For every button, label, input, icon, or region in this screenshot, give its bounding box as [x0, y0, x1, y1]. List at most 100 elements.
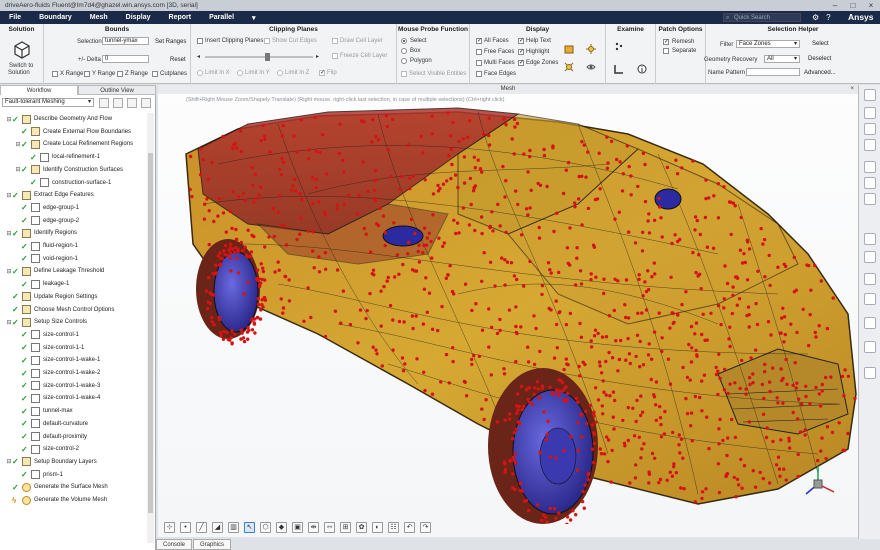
colour-icon[interactable]: ✿	[356, 522, 367, 533]
tree-row[interactable]: ✓ construction-surface-1	[24, 177, 111, 189]
tree-row[interactable]: ✓ size-control-1-wake-3	[15, 380, 100, 392]
info-icon[interactable]	[637, 64, 647, 74]
sun-light-icon[interactable]	[586, 44, 596, 54]
tree-row[interactable]: ⊟ ✓ Identify Regions	[6, 227, 77, 239]
annotate-icon[interactable]	[864, 251, 876, 263]
switch-solution-label-2[interactable]: Solution	[8, 70, 30, 76]
x-range-checkbox[interactable]	[52, 71, 58, 77]
tree-row[interactable]: ✓ size-control-1	[15, 329, 79, 341]
edge-mode-icon[interactable]: ╱	[196, 522, 207, 533]
object-mode-icon[interactable]: ↖	[244, 522, 255, 533]
clipping-slider-handle[interactable]	[265, 53, 270, 61]
grid-icon[interactable]: ⊞	[340, 522, 351, 533]
tab-console[interactable]: Console	[156, 539, 193, 550]
limit-y-radio[interactable]	[237, 70, 243, 76]
tree-row[interactable]: ✓ size-control-1-wake-4	[15, 392, 100, 404]
menu-parallel[interactable]: Parallel	[200, 14, 243, 21]
light-settings-icon[interactable]	[564, 62, 574, 72]
edge-zones-checkbox[interactable]	[518, 59, 524, 66]
transparency-icon[interactable]: ◐	[372, 522, 383, 533]
select-visible-checkbox[interactable]	[401, 71, 407, 77]
select-button[interactable]: Select	[812, 41, 829, 47]
ruler-measure-icon[interactable]	[614, 64, 624, 74]
rotate-icon[interactable]	[864, 139, 876, 151]
tree-row[interactable]: ✓ size-control-1-wake-1	[15, 354, 100, 366]
tree-row[interactable]: ⊟ ✓ Create Local Refinement Regions	[15, 138, 133, 150]
viewport-fit-icon[interactable]	[864, 89, 876, 101]
draw-cell-layer-checkbox[interactable]	[332, 38, 338, 44]
multi-faces-checkbox[interactable]	[476, 60, 482, 66]
slider-right-arrow-icon[interactable]: ▸	[316, 53, 319, 60]
insert-clipping-checkbox[interactable]	[197, 38, 203, 44]
probe-polygon-radio[interactable]	[401, 58, 407, 64]
tree-row[interactable]: ✓ leakage-1	[15, 278, 69, 290]
workflow-type-select[interactable]: Fault-tolerant Meshing	[2, 98, 94, 107]
slider-left-arrow-icon[interactable]: ◂	[197, 53, 200, 60]
zoom-icon[interactable]	[864, 107, 876, 119]
z-range-checkbox[interactable]	[117, 71, 123, 77]
copy-icon[interactable]	[864, 317, 876, 329]
menu-mesh[interactable]: Mesh	[81, 14, 117, 21]
menu-file[interactable]: File	[0, 14, 30, 21]
geometry-recovery-dropdown[interactable]: All ▾	[764, 55, 800, 63]
limit-x-radio[interactable]	[197, 70, 203, 76]
help-icon[interactable]: ?	[826, 13, 830, 22]
clipping-slider-track[interactable]	[205, 56, 313, 58]
tree-row[interactable]: ✓ prism-1	[15, 469, 63, 481]
split-icon[interactable]: ⇹	[308, 522, 319, 533]
zone-mode-icon[interactable]: ▥	[228, 522, 239, 533]
tree-row[interactable]: ✓ size-control-2	[15, 443, 79, 455]
tree-row[interactable]: ✓ default-curvature	[15, 418, 88, 430]
deselect-button[interactable]: Deselect	[808, 56, 831, 62]
flip-checkbox[interactable]	[319, 69, 325, 76]
close-icon[interactable]: ×	[862, 0, 880, 11]
merge-icon[interactable]: ⇿	[324, 522, 335, 533]
maximize-icon[interactable]: □	[844, 0, 862, 11]
y-range-checkbox[interactable]	[84, 71, 90, 77]
selection-field[interactable]: tunnel-ymax	[102, 37, 149, 45]
vertex-mode-icon[interactable]: ◆	[276, 522, 287, 533]
tree-row[interactable]: ✓ tunnel-max	[15, 405, 73, 417]
tree-row[interactable]: ✓ Update Region Settings	[6, 291, 97, 303]
tree-row[interactable]: ✓ default-proximity	[15, 431, 87, 443]
tree-row[interactable]: ✓ void-region-1	[15, 253, 78, 265]
label-icon[interactable]: ☷	[388, 522, 399, 533]
view-move-icon[interactable]	[864, 177, 876, 189]
tree-row[interactable]: ϟ Generate the Volume Mesh	[6, 494, 107, 506]
tree-row[interactable]: ✓ edge-group-1	[15, 202, 79, 214]
mesh-icon[interactable]	[864, 293, 876, 305]
select-mode-icon[interactable]: ⊹	[164, 522, 175, 533]
box-display-icon[interactable]	[564, 44, 574, 54]
tab-graphics[interactable]: Graphics	[193, 539, 232, 550]
tree-row[interactable]: ⊟ ✓ Setup Boundary Layers	[6, 456, 97, 468]
undo-icon[interactable]: ↶	[404, 522, 415, 533]
cutplanes-checkbox[interactable]	[152, 71, 158, 77]
point-mode-icon[interactable]: •	[180, 522, 191, 533]
tree-row[interactable]: ⊟ ✓ Extract Edge Features	[6, 189, 94, 201]
tree-row[interactable]: ✓ Choose Mesh Control Options	[6, 304, 114, 316]
view-front-icon[interactable]	[864, 161, 876, 173]
workflow-save-icon[interactable]	[113, 98, 123, 108]
view-iso-icon[interactable]	[864, 193, 876, 205]
tab-workflow[interactable]: Workflow	[0, 85, 78, 95]
tab-outline-view[interactable]: Outline View	[78, 85, 156, 95]
limit-z-radio[interactable]	[277, 70, 283, 76]
tree-row[interactable]: ⊟ ✓ Describe Geometry And Flow	[6, 113, 112, 125]
face-mode-icon[interactable]: ◢	[212, 522, 223, 533]
freeze-cell-layer-checkbox[interactable]	[332, 53, 338, 59]
tree-row[interactable]: ✓ fluid-region-1	[15, 240, 78, 252]
name-pattern-input[interactable]	[746, 68, 800, 76]
free-faces-checkbox[interactable]	[476, 49, 482, 55]
probe-points-icon[interactable]	[614, 41, 624, 51]
minimize-icon[interactable]: –	[826, 0, 844, 11]
advanced-button[interactable]: Advanced...	[804, 70, 836, 76]
help-text-checkbox[interactable]	[518, 37, 524, 44]
chart-icon[interactable]	[864, 341, 876, 353]
reset-button[interactable]: Reset	[170, 57, 186, 63]
set-ranges-button[interactable]: Set Ranges	[155, 39, 186, 45]
tree-row[interactable]: ⊟ ✓ Define Leakage Threshold	[6, 265, 104, 277]
cube-switch-icon[interactable]	[13, 41, 31, 59]
tree-row[interactable]: ✓ size-control-1-1	[15, 342, 84, 354]
filter-dropdown[interactable]: Face Zones ▾	[736, 40, 800, 48]
tree-row[interactable]: ✓ Generate the Surface Mesh	[6, 481, 108, 493]
